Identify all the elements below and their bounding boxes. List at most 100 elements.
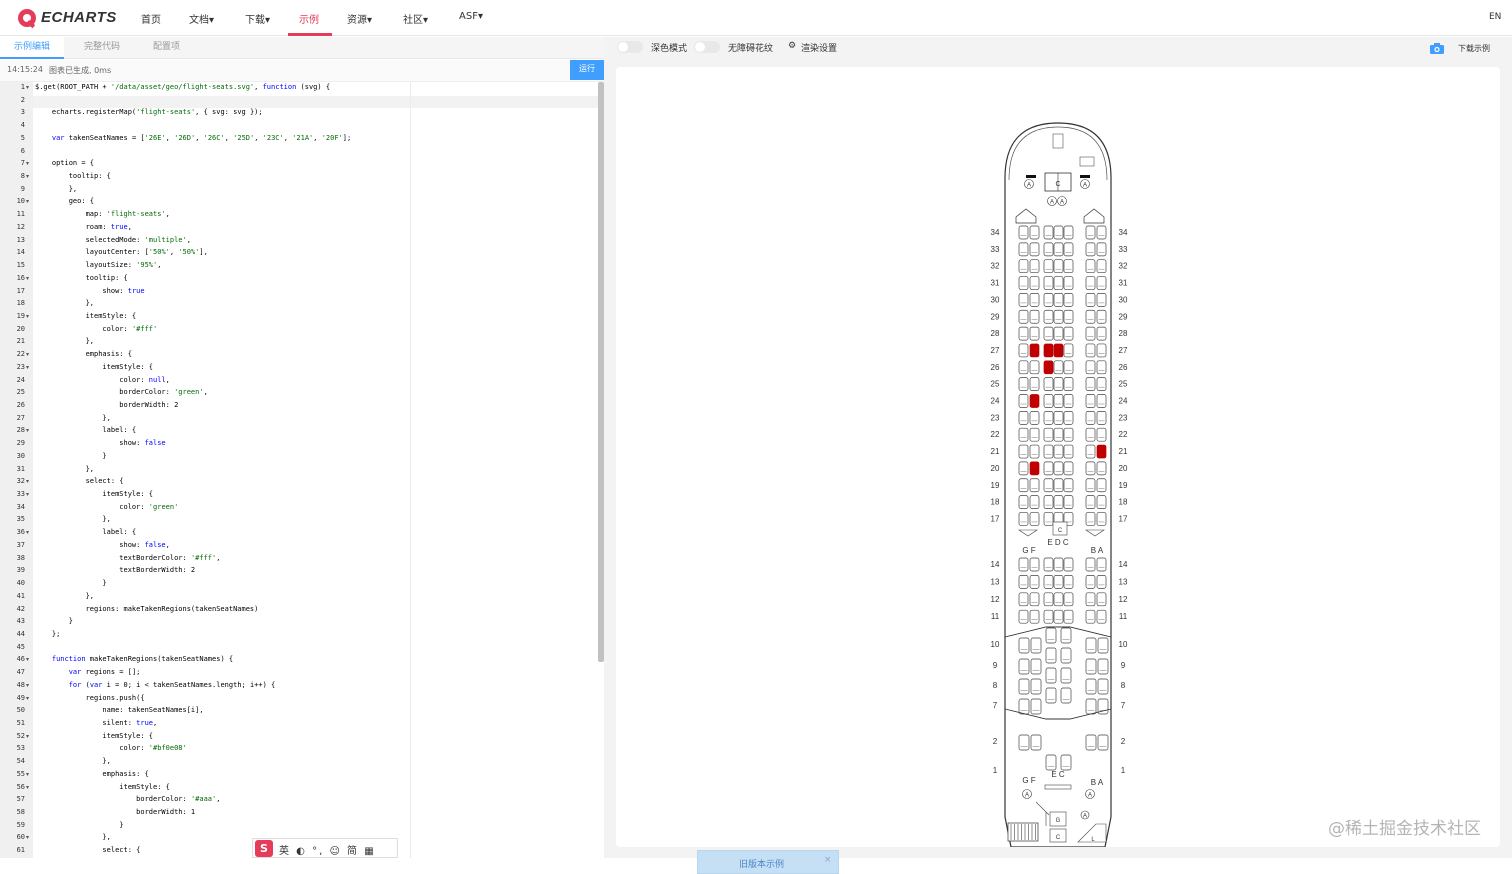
seat[interactable] — [1096, 242, 1107, 257]
seat[interactable] — [1029, 575, 1040, 589]
seat[interactable] — [1053, 276, 1064, 290]
fold-arrow-icon[interactable]: ▾ — [26, 478, 29, 485]
seat[interactable] — [1029, 495, 1040, 509]
seat[interactable] — [1029, 592, 1040, 607]
seat[interactable] — [1096, 411, 1107, 425]
seat[interactable] — [1030, 678, 1042, 695]
seat[interactable] — [1029, 326, 1040, 341]
seat[interactable] — [1018, 592, 1029, 607]
seat[interactable] — [1063, 592, 1074, 607]
fold-arrow-icon[interactable]: ▾ — [26, 529, 29, 536]
seat[interactable] — [1043, 242, 1054, 257]
seat[interactable] — [1030, 637, 1042, 654]
seat[interactable] — [1043, 512, 1054, 526]
seat[interactable] — [1018, 444, 1029, 459]
fold-arrow-icon[interactable]: ▾ — [26, 682, 29, 689]
seat[interactable] — [1053, 242, 1064, 257]
seat[interactable] — [1043, 259, 1054, 274]
seat[interactable] — [1018, 478, 1029, 493]
fold-arrow-icon[interactable]: ▾ — [26, 784, 29, 791]
seat[interactable] — [1043, 411, 1054, 425]
seat[interactable] — [1096, 478, 1107, 493]
fold-arrow-icon[interactable]: ▾ — [26, 275, 29, 282]
seat[interactable] — [1085, 592, 1096, 607]
seat[interactable] — [1053, 478, 1064, 493]
seat[interactable] — [1053, 495, 1064, 509]
seat[interactable] — [1018, 225, 1029, 240]
seat[interactable] — [1063, 444, 1074, 459]
seat[interactable] — [1060, 667, 1072, 684]
seat[interactable] — [1018, 326, 1029, 341]
seat[interactable] — [1053, 427, 1064, 442]
seat[interactable] — [1018, 360, 1029, 375]
seat[interactable] — [1018, 698, 1030, 715]
seat[interactable] — [1029, 309, 1040, 324]
seat[interactable] — [1060, 754, 1072, 771]
seat[interactable] — [1030, 698, 1042, 715]
seat[interactable] — [1096, 609, 1107, 624]
seat[interactable] — [1096, 512, 1107, 526]
seat[interactable] — [1043, 377, 1054, 391]
seat[interactable] — [1043, 427, 1054, 442]
seat[interactable] — [1063, 259, 1074, 274]
code-editor[interactable]: 1 ▾ 2 3 4 5 6 7 ▾ 8 ▾ 9 10 ▾ 11 12 13 14 15 16 ▾ 17 18 19 ▾ 20 21 2… — [0, 82, 604, 858]
seat[interactable] — [1018, 377, 1029, 391]
seat[interactable] — [1096, 326, 1107, 341]
seat[interactable] — [1018, 309, 1029, 324]
seat[interactable] — [1085, 225, 1096, 240]
ime-items[interactable]: 英 ◐ °, ☺ 简 ▦ — [279, 842, 376, 857]
ime-toolbar[interactable]: S 英 ◐ °, ☺ 简 ▦ — [252, 838, 398, 858]
gear-icon[interactable]: ⚙ — [788, 41, 796, 51]
seat[interactable] — [1053, 360, 1064, 375]
seat[interactable] — [1018, 394, 1029, 408]
seat[interactable] — [1045, 647, 1057, 664]
chart-canvas[interactable]: C A A A A 34 34 33 33 32 32 31 31 30 30 29 29 28 28 27 27 26 2… — [616, 67, 1500, 874]
download-example-button[interactable]: 下载示例 — [1458, 43, 1490, 54]
seat[interactable] — [1063, 242, 1074, 257]
seat[interactable] — [1029, 343, 1040, 358]
seat[interactable] — [1085, 734, 1097, 751]
fold-arrow-icon[interactable]: ▾ — [26, 313, 29, 320]
fold-arrow-icon[interactable]: ▾ — [26, 491, 29, 498]
fold-arrow-icon[interactable]: ▾ — [26, 771, 29, 778]
seat[interactable] — [1043, 592, 1054, 607]
seat[interactable] — [1096, 360, 1107, 375]
logo-text[interactable]: ECHARTS — [41, 9, 117, 26]
old-version-link[interactable]: 旧版本示例 — [739, 857, 784, 870]
seat[interactable] — [1063, 225, 1074, 240]
run-button[interactable]: 运行 — [570, 60, 604, 80]
seat[interactable] — [1029, 377, 1040, 391]
seat[interactable] — [1085, 444, 1096, 459]
seat[interactable] — [1043, 394, 1054, 408]
seat[interactable] — [1043, 461, 1054, 476]
seat[interactable] — [1060, 627, 1072, 644]
fold-arrow-icon[interactable]: ▾ — [26, 695, 29, 702]
seat[interactable] — [1063, 575, 1074, 589]
seat[interactable] — [1030, 658, 1042, 675]
dark-mode-toggle[interactable] — [617, 41, 643, 53]
seat[interactable] — [1063, 427, 1074, 442]
seat[interactable] — [1063, 343, 1074, 358]
seat[interactable] — [1063, 461, 1074, 476]
seat[interactable] — [1018, 678, 1030, 695]
seat[interactable] — [1085, 575, 1096, 589]
seat[interactable] — [1060, 687, 1072, 704]
seat[interactable] — [1063, 293, 1074, 307]
render-settings-button[interactable]: 渲染设置 — [801, 41, 837, 54]
seat[interactable] — [1018, 293, 1029, 307]
seat[interactable] — [1053, 309, 1064, 324]
seat[interactable] — [1018, 575, 1029, 589]
seat[interactable] — [1063, 377, 1074, 391]
seat[interactable] — [1085, 609, 1096, 624]
seat[interactable] — [1085, 698, 1097, 715]
seat[interactable] — [1096, 394, 1107, 408]
nav-resources[interactable]: 资源▾ — [347, 11, 372, 26]
seat[interactable] — [1018, 461, 1029, 476]
seat[interactable] — [1018, 658, 1030, 675]
seat[interactable] — [1053, 394, 1064, 408]
fold-arrow-icon[interactable]: ▾ — [26, 160, 29, 167]
seat[interactable] — [1053, 557, 1064, 572]
seat[interactable] — [1060, 647, 1072, 664]
seat[interactable] — [1045, 667, 1057, 684]
seat[interactable] — [1029, 512, 1040, 526]
